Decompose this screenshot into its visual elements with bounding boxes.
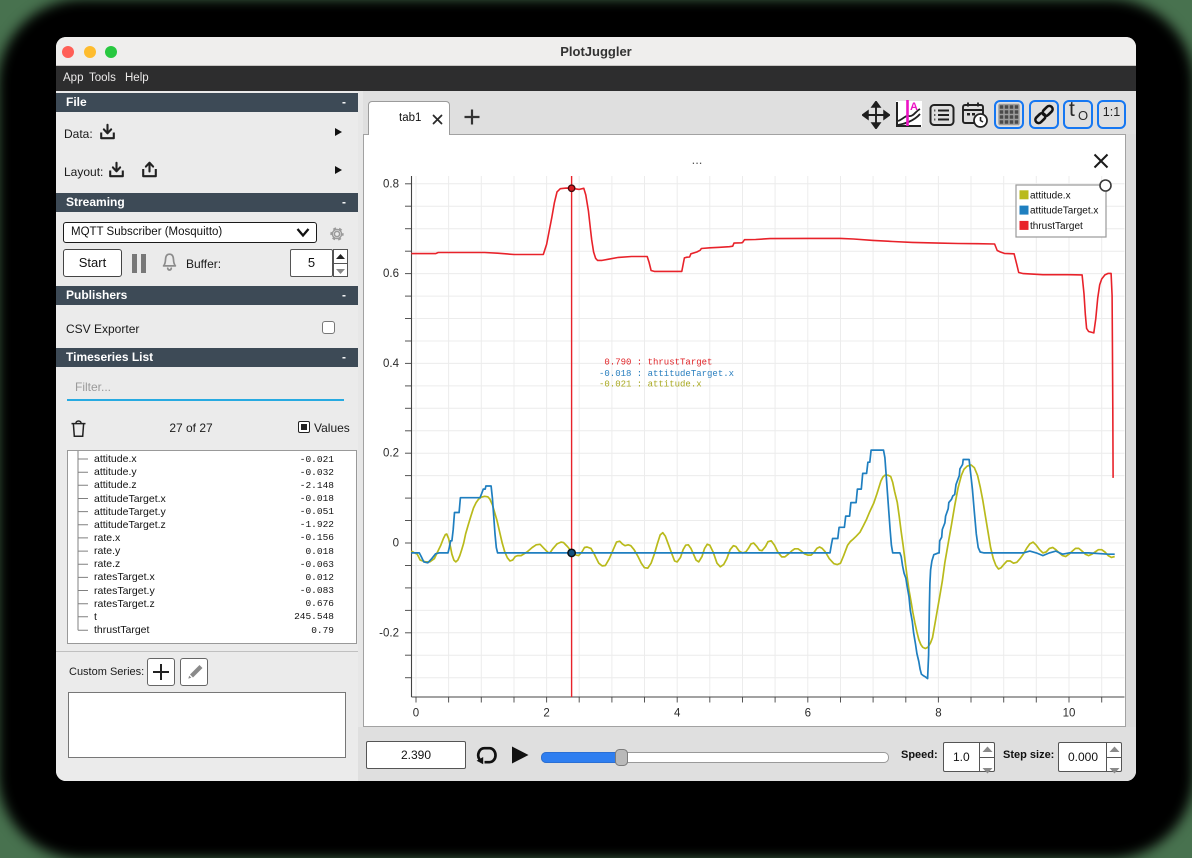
svg-text:0: 0 — [393, 538, 399, 550]
svg-text:6: 6 — [805, 708, 811, 720]
svg-text:0.2: 0.2 — [383, 448, 399, 460]
svg-text:10: 10 — [1063, 708, 1076, 720]
svg-text:0.6: 0.6 — [383, 268, 399, 280]
svg-text:8: 8 — [935, 708, 941, 720]
svg-text:-0.018 : attitudeTarget.x: -0.018 : attitudeTarget.x — [599, 369, 734, 379]
svg-text:0.8: 0.8 — [383, 178, 399, 190]
svg-text:0.790 : thrustTarget: 0.790 : thrustTarget — [599, 358, 712, 368]
svg-text:0.4: 0.4 — [383, 358, 400, 370]
svg-text:-0.021 : attitude.x: -0.021 : attitude.x — [599, 379, 702, 389]
svg-text:2: 2 — [543, 708, 549, 720]
svg-text:-0.2: -0.2 — [379, 627, 399, 639]
svg-text:thrustTarget: thrustTarget — [1030, 221, 1083, 232]
svg-text:attitude.x: attitude.x — [1030, 190, 1071, 201]
svg-text:...: ... — [692, 152, 703, 167]
svg-text:A: A — [910, 101, 918, 113]
svg-text:0: 0 — [413, 708, 419, 720]
svg-text:attitudeTarget.x: attitudeTarget.x — [1030, 206, 1098, 217]
svg-text:4: 4 — [674, 708, 681, 720]
